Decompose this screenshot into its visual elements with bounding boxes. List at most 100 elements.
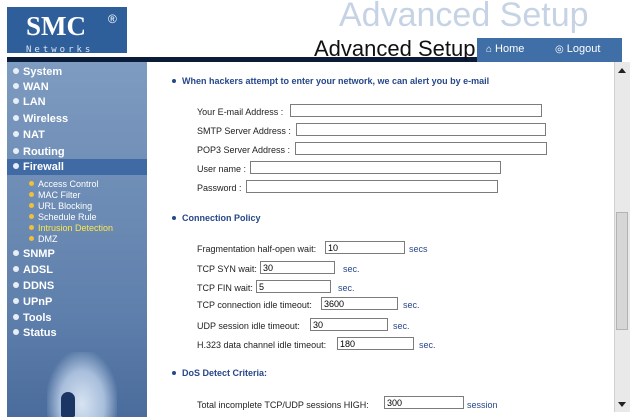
main-content: When hackers attempt to enter your netwo…	[150, 62, 614, 412]
logout-icon: ◎	[555, 44, 564, 55]
frag-wait-input[interactable]	[325, 241, 405, 254]
sidebar-item-routing[interactable]: Routing	[13, 146, 65, 158]
sidebar-item-label: Wireless	[23, 113, 69, 125]
sessions-high-input[interactable]	[384, 396, 464, 409]
submenu-item-access-control[interactable]: Access Control	[29, 179, 99, 189]
scroll-down-arrow-icon[interactable]	[618, 402, 626, 407]
smtp-label: SMTP Server Address :	[197, 126, 291, 136]
email-alert-heading-text: When hackers attempt to enter your netwo…	[182, 76, 490, 86]
sidebar-item-label: DDNS	[23, 280, 55, 292]
frag-label: Fragmentation half-open wait:	[197, 244, 317, 254]
dos-criteria-heading-text: DoS Detect Criteria:	[182, 368, 268, 378]
sidebar-item-nat[interactable]: NAT	[13, 129, 45, 141]
sidebar-item-label: LAN	[23, 96, 46, 108]
email-label: Your E-mail Address :	[197, 107, 284, 117]
fin-unit: sec.	[338, 283, 355, 293]
sidebar-item-upnp[interactable]: UPnP	[13, 296, 52, 308]
bullet-icon	[13, 314, 19, 320]
submenu-item-dmz[interactable]: DMZ	[29, 234, 58, 244]
submenu-item-label: Schedule Rule	[38, 212, 97, 222]
logo-text: SMC	[26, 11, 86, 41]
connection-policy-heading-text: Connection Policy	[182, 213, 261, 223]
scrollbar-thumb[interactable]	[616, 212, 628, 330]
syn-label: TCP SYN wait:	[197, 264, 257, 274]
fin-wait-input[interactable]	[256, 280, 331, 293]
sidebar-item-system[interactable]: System	[13, 66, 62, 78]
h323-idle-input[interactable]	[337, 337, 414, 350]
banner-watermark: Advanced Setup	[339, 0, 589, 34]
sidebar-item-label: System	[23, 66, 63, 78]
header-nav: ⌂ Home ◎ Logout	[477, 38, 622, 62]
submenu-item-schedule-rule[interactable]: Schedule Rule	[29, 212, 97, 222]
bullet-icon	[13, 98, 19, 104]
sidebar-item-wireless[interactable]: Wireless	[13, 113, 68, 125]
sidebar-decorative-image	[47, 352, 117, 417]
sidebar-item-lan[interactable]: LAN	[13, 96, 46, 108]
sessions-high-label: Total incomplete TCP/UDP sessions HIGH:	[197, 400, 369, 410]
sub-bullet-icon	[29, 225, 34, 230]
sidebar-item-wan[interactable]: WAN	[13, 81, 49, 93]
smtp-server-input[interactable]	[296, 123, 546, 136]
udp-idle-label: UDP session idle timeout:	[197, 321, 300, 331]
bullet-icon	[13, 298, 19, 304]
logout-label: Logout	[566, 43, 601, 55]
h323-idle-unit: sec.	[419, 340, 436, 350]
syn-unit: sec.	[343, 264, 360, 274]
sidebar-item-snmp[interactable]: SNMP	[13, 248, 55, 260]
home-button[interactable]: ⌂ Home	[486, 43, 524, 55]
sidebar-item-label: Tools	[23, 312, 52, 324]
sidebar-item-tools[interactable]: Tools	[13, 312, 52, 324]
pop3-server-input[interactable]	[295, 142, 547, 155]
sidebar-item-ddns[interactable]: DDNS	[13, 280, 54, 292]
bullet-icon	[13, 329, 19, 335]
person-silhouette-icon	[61, 392, 75, 417]
udp-idle-unit: sec.	[393, 321, 410, 331]
submenu-item-label: URL Blocking	[38, 201, 93, 211]
logout-button[interactable]: ◎ Logout	[555, 43, 600, 55]
sidebar-item-label: Status	[23, 327, 57, 339]
sidebar-item-label: WAN	[23, 81, 49, 93]
tcp-idle-unit: sec.	[403, 300, 420, 310]
sidebar-item-firewall[interactable]: Firewall	[13, 161, 64, 173]
home-label: Home	[495, 43, 525, 55]
email-input[interactable]	[290, 104, 542, 117]
submenu-item-intrusion-detection[interactable]: Intrusion Detection	[29, 223, 113, 233]
sidebar-item-adsl[interactable]: ADSL	[13, 264, 53, 276]
username-label: User name :	[197, 164, 247, 174]
bullet-icon	[172, 79, 176, 83]
username-input[interactable]	[250, 161, 501, 174]
bullet-icon	[13, 282, 19, 288]
logo-registered-mark: ®	[108, 12, 117, 26]
bullet-icon	[13, 131, 19, 137]
submenu-item-mac-filter[interactable]: MAC Filter	[29, 190, 81, 200]
password-input[interactable]	[246, 180, 498, 193]
connection-policy-heading: Connection Policy	[172, 213, 261, 223]
submenu-item-url-blocking[interactable]: URL Blocking	[29, 201, 92, 211]
bullet-icon	[13, 163, 19, 169]
smc-logo: SMC ® Networks	[7, 7, 127, 55]
bullet-icon	[13, 83, 19, 89]
sidebar-item-label: NAT	[23, 129, 45, 141]
tcp-idle-input[interactable]	[321, 297, 398, 310]
syn-wait-input[interactable]	[260, 261, 335, 274]
dos-criteria-heading: DoS Detect Criteria:	[172, 368, 267, 378]
submenu-item-label: DMZ	[38, 234, 58, 244]
header: SMC ® Networks Advanced Setup Advanced S…	[0, 0, 631, 62]
page-title: Advanced Setup	[314, 36, 476, 61]
scroll-up-arrow-icon[interactable]	[618, 68, 626, 73]
vertical-scrollbar[interactable]	[614, 62, 630, 412]
home-icon: ⌂	[486, 44, 493, 55]
submenu-item-label: Access Control	[38, 179, 99, 189]
sidebar-item-label: Firewall	[23, 161, 64, 173]
sidebar-item-label: Routing	[23, 146, 65, 158]
sub-bullet-icon	[29, 236, 34, 241]
bullet-icon	[172, 216, 176, 220]
sidebar-item-label: ADSL	[23, 264, 53, 276]
sidebar-item-label: SNMP	[23, 248, 55, 260]
udp-idle-input[interactable]	[310, 318, 388, 331]
sub-bullet-icon	[29, 181, 34, 186]
sidebar-item-status[interactable]: Status	[13, 327, 57, 339]
h323-label: H.323 data channel idle timeout:	[197, 340, 327, 350]
pop3-label: POP3 Server Address :	[197, 145, 291, 155]
sidebar: System WAN LAN Wireless NAT Routing Fire…	[7, 62, 147, 417]
